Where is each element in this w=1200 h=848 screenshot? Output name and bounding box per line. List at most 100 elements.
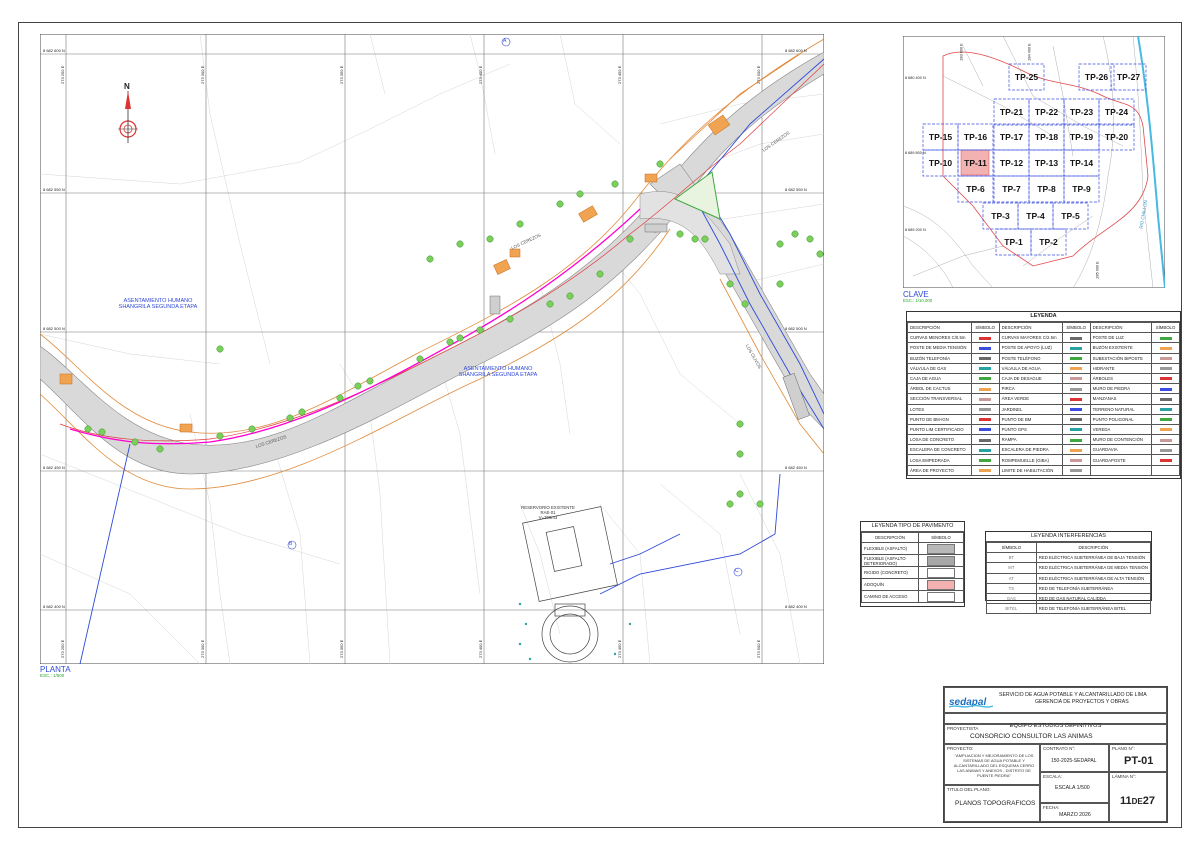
tree-icon (366, 377, 374, 385)
pavement-header-cell: DESCRIPCIÓN (861, 531, 919, 544)
key-tile-label: TP-10 (929, 158, 952, 168)
interference-symbol: GAS (986, 592, 1037, 605)
legend-description: RAMPA (998, 434, 1063, 446)
legend-symbol-icon (979, 448, 992, 452)
grid-east-label: 273 450 E (617, 639, 622, 658)
key-tile-label: TP-2 (1039, 237, 1058, 247)
tree-icon (506, 315, 514, 323)
key-tile-label: TP-25 (1015, 72, 1038, 82)
legend-symbol-icon (1070, 458, 1083, 462)
legend-symbol-icon (1070, 367, 1083, 371)
key-n2: 8 689 800 N (905, 151, 926, 155)
interference-row: TS RED DE TELEFONÍA SUBTERRÁNEA (986, 582, 1152, 594)
tree-icon (656, 160, 664, 168)
legend-row: ÁRBOL DE CACTUS PIRCA MURO DE PIEDRA (907, 383, 1180, 395)
legend-symbol-icon (979, 377, 992, 381)
legend-symbol-icon (1159, 418, 1172, 422)
legend-symbol-icon (1159, 458, 1172, 462)
interference-description: RED DE GAS NATURAL CALIDDA (1035, 592, 1152, 605)
legend-description: LOSA DE CONCRETO (907, 434, 972, 446)
interference-symbol: BITEL (986, 603, 1037, 615)
legend-symbol (970, 403, 1000, 415)
legend-symbol-icon (1070, 418, 1083, 422)
grid-east-label: 273 500 E (756, 639, 761, 658)
tree-icon (131, 438, 139, 446)
tree-icon (691, 235, 699, 243)
legend-symbol-icon (979, 418, 992, 422)
tree-icon (726, 500, 734, 508)
tree-icon (416, 355, 424, 363)
legend-row: LOTES JARDINEL TERRENO NATURAL (907, 403, 1180, 415)
pavement-description: ADOQUÍN (861, 578, 919, 592)
legend-description: MANZANAS (1089, 393, 1153, 405)
legend-symbol-icon (1070, 469, 1083, 473)
key-map-drawing: TP-25 TP-26 TP-27 TP-21 TP-22 TP-23 TP-24 TP-15… (903, 36, 1165, 288)
legend-symbol-icon (979, 438, 992, 442)
legend-description: CAJA DE DESAGUE (998, 372, 1063, 385)
tree-icon (486, 235, 494, 243)
key-tile-label: TP-15 (929, 132, 952, 142)
tree-icon (556, 200, 564, 208)
tree-icon (736, 490, 744, 498)
key-tile-label: TP-18 (1035, 132, 1058, 142)
grid-north-label: 8 682 450 N (785, 465, 807, 470)
grid-east-label: 273 350 E (339, 65, 344, 84)
legend-row: SECCIÓN TRANSVERSAL ÁREA VERDE MANZANAS (907, 393, 1180, 405)
pavement-header-cell: SÍMBOLO (918, 531, 964, 544)
legend-table: DESCRIPCIÓN SÍMBOLO DESCRIPCIÓN SÍMBOLO DESC… (907, 321, 1180, 476)
legend-symbol (1151, 423, 1180, 436)
key-n1: 8 680 400 N (905, 76, 926, 80)
interference-description: RED DE TELEFONÍA SUBTERRÁNEA (1035, 582, 1152, 594)
legend-symbol-icon (1070, 448, 1083, 452)
legend-description: ÁREA VERDE (998, 393, 1063, 405)
tree-icon (816, 250, 824, 258)
key-tile-label: TP-13 (1035, 158, 1058, 168)
grid-east-label: 273 300 E (200, 639, 205, 658)
plan-drawing (40, 34, 824, 664)
grid-east-label: 273 400 E (478, 639, 483, 658)
legend-symbol (1151, 393, 1180, 405)
legend-symbol (1061, 464, 1091, 476)
tree-icon (298, 408, 306, 416)
wave-icon (949, 704, 993, 708)
legend-symbol (1151, 372, 1180, 385)
legend-row: CAJA DE AGUA CAJA DE DESAGUE ÁRBOLES (907, 372, 1180, 385)
key-tile-label: TP-1 (1004, 237, 1023, 247)
marker-b: B (289, 541, 293, 547)
legend-description: ESCALERA DE CONCRETO (907, 444, 972, 456)
north-label: N (124, 82, 130, 91)
pavement-description: CAMINO DE ACCESO (861, 590, 919, 604)
contrato-value: 150-2025-SEDAPAL (1051, 758, 1097, 764)
interference-row: BT RED ELÉCTRICA SUBTERRÁNEA DE BAJA TENS… (986, 552, 1152, 564)
interference-row: MT RED ELÉCTRICA SUBTERRÁNEA DE MEDIA TEN… (986, 562, 1152, 574)
legend-row: POSTE DE MEDIA TENSIÓN POSTE DE APOYO (LU… (907, 342, 1180, 354)
legend-symbol-icon (1159, 357, 1172, 361)
pavement-symbol (918, 542, 964, 556)
proyectista-label: PROYECTISTA (947, 726, 979, 731)
key-map-scale: ESC.: 1/10,000 (903, 298, 933, 303)
legend-symbol (1061, 413, 1091, 425)
legend-row: ESCALERA DE CONCRETO ESCALERA DE PIEDRA GU… (907, 444, 1180, 456)
pavement-legend-panel: LEYENDA TIPO DE PAVIMENTO DESCRIPCIÓN SÍM… (860, 521, 965, 607)
key-tile-label: TP-4 (1026, 211, 1045, 221)
legend-description: SECCIÓN TRANSVERSAL (907, 393, 972, 405)
interference-description: RED ELÉCTRICA SUBTERRÁNEA DE MEDIA TENSI… (1035, 562, 1152, 574)
legend-description: POSTE DE LUZ (1089, 332, 1153, 344)
legend-symbol-icon (979, 346, 992, 350)
plano-cell: PLANO N°: PT-01 (1109, 744, 1167, 772)
interference-symbol: AT (986, 572, 1037, 584)
legend-symbol (970, 342, 1000, 354)
legend-description: LIMITE DE HABILITACIÓN (998, 464, 1063, 476)
key-tile-label: TP-5 (1061, 211, 1080, 221)
legend-symbol-icon (1070, 346, 1083, 350)
tree-icon (776, 280, 784, 288)
tree-icon (426, 255, 434, 263)
proyecto-text: "AMPLIACION Y MEJORAMIENTO DE LOS SISTEM… (953, 753, 1035, 778)
pavement-symbol (918, 554, 964, 568)
legend-symbol (970, 383, 1000, 395)
interference-symbol: MT (986, 562, 1037, 574)
key-e3: 285 000 E (1095, 261, 1100, 279)
legend-description: POSTE DE APOYO (LUZ) (998, 342, 1063, 354)
legend-symbol (1061, 454, 1091, 466)
contract-cell: CONTRATO N°: 150-2025-SEDAPAL (1040, 744, 1109, 772)
